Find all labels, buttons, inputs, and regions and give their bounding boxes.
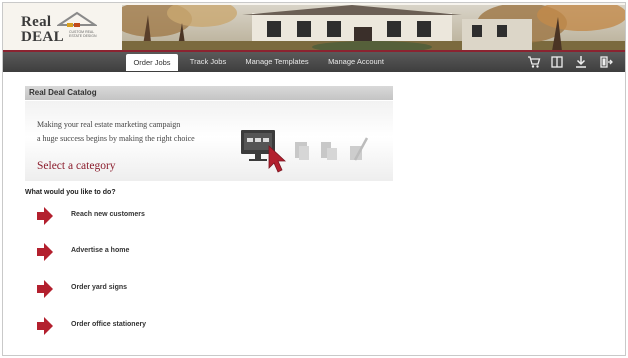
catalog-intro-line-2: a huge success begins by making the righ…: [37, 134, 195, 143]
nav-tab-manage-templates[interactable]: Manage Templates: [238, 52, 316, 72]
logo-text-real: Real: [21, 14, 52, 30]
download-icon[interactable]: [574, 55, 588, 69]
catalog-banner[interactable]: Making your real estate marketing campai…: [25, 101, 393, 181]
house-logo-icon: [57, 11, 97, 27]
option-label: Order yard signs: [71, 284, 128, 291]
app-window: Real DEAL CUSTOM REAL ESTATE DESIGN Orde…: [2, 2, 626, 356]
option-label: Advertise a home: [71, 247, 130, 254]
red-arrow-icon: [37, 243, 53, 261]
catalog-intro-line-1: Making your real estate marketing campai…: [37, 120, 181, 129]
columns-icon[interactable]: [550, 55, 564, 69]
option-label: Reach new customers: [71, 211, 145, 218]
exit-icon[interactable]: [599, 55, 613, 69]
computer-click-illustration-icon: [241, 130, 369, 173]
catalog-title: Real Deal Catalog: [25, 86, 393, 100]
option-label: Order office stationery: [71, 321, 147, 328]
action-prompt: What would you like to do?: [25, 189, 116, 196]
nav-tab-order-jobs[interactable]: Order Jobs: [126, 54, 178, 71]
nav-tab-manage-account[interactable]: Manage Account: [321, 52, 391, 72]
header: Real DEAL CUSTOM REAL ESTATE DESIGN: [3, 3, 625, 53]
cart-icon[interactable]: [527, 55, 541, 69]
nav-tab-track-jobs[interactable]: Track Jobs: [183, 52, 233, 72]
red-arrow-icon: [37, 280, 53, 298]
red-arrow-icon: [37, 317, 53, 335]
main-nav: Order Jobs Track Jobs Manage Templates M…: [3, 50, 625, 72]
red-arrow-icon: [37, 207, 53, 225]
header-banner-image: [122, 5, 625, 51]
select-category-link[interactable]: Select a category: [37, 160, 116, 172]
